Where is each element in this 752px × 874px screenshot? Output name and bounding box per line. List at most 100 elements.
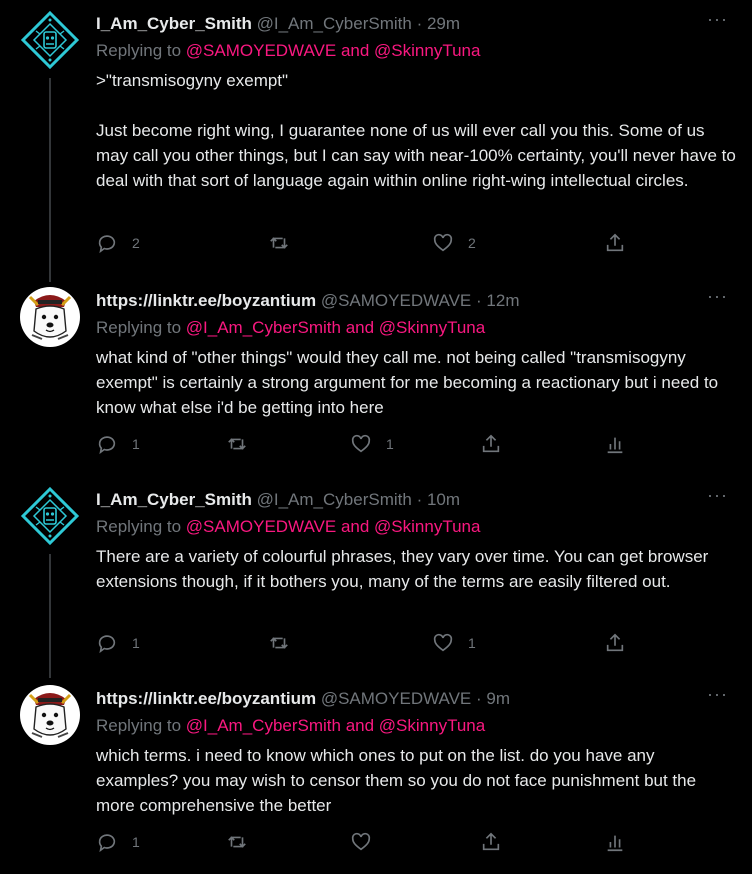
retweet-icon <box>228 836 246 848</box>
tweet-header: https://linktr.ee/boyzantium @SAMOYEDWAV… <box>96 291 520 311</box>
user-handle[interactable]: @I_Am_CyberSmith <box>257 14 412 33</box>
reply-count: 1 <box>132 834 140 850</box>
action-bar: 1 <box>96 831 636 855</box>
display-name[interactable]: https://linktr.ee/boyzantium <box>96 291 316 310</box>
reply-count: 1 <box>132 635 140 651</box>
mention-link[interactable]: @I_Am_CyberSmith <box>186 716 341 735</box>
heart-icon <box>351 434 371 453</box>
mention-and: and <box>340 318 379 337</box>
replying-prefix: Replying to <box>96 41 186 60</box>
like-button[interactable]: 1 <box>432 632 476 654</box>
retweet-button[interactable] <box>226 831 262 853</box>
samoyed-samurai-icon <box>20 685 80 745</box>
mention-and: and <box>336 517 375 536</box>
replying-prefix: Replying to <box>96 318 186 337</box>
display-name[interactable]: I_Am_Cyber_Smith <box>96 490 252 509</box>
user-handle[interactable]: @SAMOYEDWAVE <box>321 689 471 708</box>
reply-button[interactable]: 1 <box>96 831 140 853</box>
timestamp[interactable]: 10m <box>427 490 460 509</box>
reply-count: 1 <box>132 436 140 452</box>
display-name[interactable]: I_Am_Cyber_Smith <box>96 14 252 33</box>
display-name[interactable]: https://linktr.ee/boyzantium <box>96 689 316 708</box>
separator: · <box>416 14 423 33</box>
replying-to: Replying to @I_Am_CyberSmith and @Skinny… <box>96 318 485 338</box>
tweet-text: There are a variety of colourful phrases… <box>96 547 714 591</box>
tweet-text: what kind of "other things" would they c… <box>96 348 723 417</box>
share-icon <box>482 832 500 851</box>
share-button[interactable] <box>480 831 502 853</box>
timestamp[interactable]: 29m <box>427 14 460 33</box>
avatar[interactable] <box>20 10 80 70</box>
replying-prefix: Replying to <box>96 517 186 536</box>
thread-line <box>49 554 51 678</box>
cyber-emblem-icon <box>20 486 80 546</box>
more-options-icon[interactable]: ··· <box>707 287 728 305</box>
reply-button[interactable]: 2 <box>96 232 140 254</box>
thread-line <box>49 78 51 282</box>
share-icon <box>606 233 624 252</box>
reply-button[interactable]: 1 <box>96 433 140 455</box>
timestamp[interactable]: 9m <box>486 689 510 708</box>
avatar[interactable] <box>20 685 80 745</box>
share-button[interactable] <box>480 433 502 455</box>
like-button[interactable] <box>350 831 386 853</box>
reply-count: 2 <box>132 235 140 251</box>
like-button[interactable]: 2 <box>432 232 476 254</box>
action-bar: 1 1 <box>96 632 636 656</box>
replying-to: Replying to @SAMOYEDWAVE and @SkinnyTuna <box>96 41 480 61</box>
tweet-text: which terms. i need to know which ones t… <box>96 746 701 815</box>
like-count: 1 <box>386 436 394 452</box>
share-icon <box>482 434 500 453</box>
like-count: 1 <box>468 635 476 651</box>
more-options-icon[interactable]: ··· <box>707 685 728 703</box>
tweet-text: >"transmisogyny exempt" Just become righ… <box>96 71 736 190</box>
separator: · <box>416 490 423 509</box>
timestamp[interactable]: 12m <box>486 291 519 310</box>
more-options-icon[interactable]: ··· <box>707 486 728 504</box>
mention-link[interactable]: @SkinnyTuna <box>379 716 485 735</box>
mention-link[interactable]: @SkinnyTuna <box>379 318 485 337</box>
replying-to: Replying to @I_Am_CyberSmith and @Skinny… <box>96 716 485 736</box>
avatar[interactable] <box>20 486 80 546</box>
reply-icon <box>98 834 116 853</box>
replying-to: Replying to @SAMOYEDWAVE and @SkinnyTuna <box>96 517 480 537</box>
like-button[interactable]: 1 <box>350 433 394 455</box>
retweet-icon <box>228 438 246 450</box>
tweet-header: I_Am_Cyber_Smith @I_Am_CyberSmith · 29m <box>96 14 460 34</box>
user-handle[interactable]: @I_Am_CyberSmith <box>257 490 412 509</box>
analytics-button[interactable] <box>604 831 626 853</box>
analytics-icon <box>607 835 623 852</box>
analytics-button[interactable] <box>604 433 626 455</box>
analytics-icon <box>607 437 623 454</box>
retweet-button[interactable] <box>226 433 262 455</box>
heart-icon <box>351 832 371 851</box>
mention-link[interactable]: @SkinnyTuna <box>374 517 480 536</box>
samoyed-samurai-icon <box>20 287 80 347</box>
share-button[interactable] <box>604 632 626 654</box>
separator: · <box>476 291 482 310</box>
action-bar: 1 1 <box>96 433 636 457</box>
heart-icon <box>433 233 453 252</box>
share-icon <box>606 633 624 652</box>
mention-link[interactable]: @SkinnyTuna <box>374 41 480 60</box>
tweet-header: I_Am_Cyber_Smith @I_Am_CyberSmith · 10m <box>96 490 460 510</box>
user-handle[interactable]: @SAMOYEDWAVE <box>321 291 471 310</box>
more-options-icon[interactable]: ··· <box>707 10 728 28</box>
action-bar: 2 2 <box>96 232 636 256</box>
retweet-button[interactable] <box>268 232 304 254</box>
share-button[interactable] <box>604 232 626 254</box>
mention-link[interactable]: @SAMOYEDWAVE <box>186 41 336 60</box>
reply-icon <box>98 436 116 455</box>
mention-link[interactable]: @I_Am_CyberSmith <box>186 318 341 337</box>
cyber-emblem-icon <box>20 10 80 70</box>
avatar[interactable] <box>20 287 80 347</box>
reply-icon <box>98 635 116 654</box>
mention-and: and <box>340 716 379 735</box>
mention-link[interactable]: @SAMOYEDWAVE <box>186 517 336 536</box>
retweet-button[interactable] <box>268 632 304 654</box>
like-count: 2 <box>468 235 476 251</box>
heart-icon <box>433 633 453 652</box>
retweet-icon <box>270 237 288 249</box>
mention-and: and <box>336 41 375 60</box>
reply-button[interactable]: 1 <box>96 632 140 654</box>
